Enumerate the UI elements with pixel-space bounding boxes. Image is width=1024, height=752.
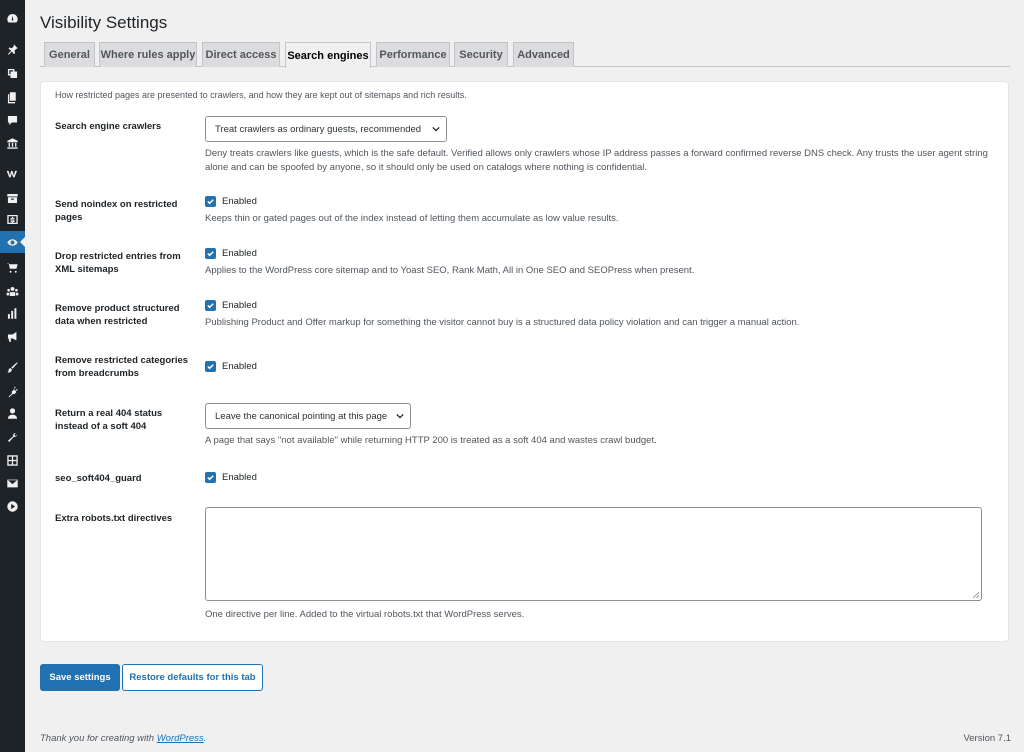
robots-description: One directive per line. Added to the vir… [205,609,525,620]
tab-performance[interactable]: Performance [376,42,450,67]
settings-tabs: General Where rules apply Direct access … [40,42,1010,68]
user-icon[interactable] [0,402,25,424]
megaphone-icon[interactable] [0,325,25,347]
archive-icon[interactable] [0,187,25,209]
structured-data-description: Publishing Product and Offer markup for … [205,317,800,328]
soft404-guard-label: seo_soft404_guard [55,473,142,484]
museum-icon[interactable] [0,132,25,154]
status404-description: A page that says "not available" while r… [205,435,657,446]
noindex-checkbox-label: Enabled [222,196,257,207]
sitemaps-checkbox-label: Enabled [222,248,257,259]
tab-direct-access[interactable]: Direct access [202,42,280,67]
crawlers-description: Deny treats crawlers like guests, which … [205,148,988,173]
soft404-guard-checkbox-label: Enabled [222,472,257,483]
status404-label: Return a real 404 status instead of a so… [55,408,163,432]
wordpress-link[interactable]: WordPress [157,733,204,744]
pages-icon[interactable] [0,86,25,108]
status404-select-value: Leave the canonical pointing at this pag… [215,410,388,422]
status404-select[interactable]: Leave the canonical pointing at this pag… [205,403,411,429]
wrench-icon[interactable] [0,426,25,448]
checkmark-icon [205,196,216,207]
grid-icon[interactable] [0,449,25,471]
checkmark-icon [205,248,216,259]
breadcrumbs-checkbox-label: Enabled [222,361,257,372]
crawlers-select-value: Treat crawlers as ordinary guests, recom… [215,123,422,135]
footer-thanks-suffix: . [203,733,207,744]
structured-data-checkbox-label: Enabled [222,300,257,311]
tab-where-rules-apply[interactable]: Where rules apply [99,42,197,67]
email-icon[interactable] [0,472,25,494]
play-icon[interactable] [0,495,25,517]
restore-defaults-button[interactable]: Restore defaults for this tab [122,664,263,691]
structured-data-checkbox[interactable]: Enabled [205,300,257,311]
dollar-icon[interactable] [0,208,25,230]
pin-icon[interactable] [0,38,25,60]
breadcrumbs-checkbox[interactable]: Enabled [205,361,257,372]
dashboard-icon[interactable] [0,7,25,29]
page-title: Visibility Settings [40,13,168,32]
footer-thanks-text: Thank you for creating with [40,733,157,744]
crawlers-label: Search engine crawlers [55,121,162,132]
footer-thanks: Thank you for creating with WordPress. [40,733,206,744]
noindex-description: Keeps thin or gated pages out of the ind… [205,213,619,224]
chevron-down-icon [432,126,440,132]
brush-icon[interactable] [0,356,25,378]
tab-advanced[interactable]: Advanced [513,42,574,67]
robots-textarea[interactable] [205,507,982,601]
media-icon[interactable] [0,62,25,84]
noindex-label: Send noindex on restricted pages [55,199,178,223]
visibility-icon[interactable] [0,231,25,253]
tab-search-engines[interactable]: Search engines [285,42,371,68]
crawlers-select[interactable]: Treat crawlers as ordinary guests, recom… [205,116,447,142]
checkmark-icon [205,472,216,483]
save-settings-button[interactable]: Save settings [40,664,120,691]
checkmark-icon [205,300,216,311]
admin-sidebar [0,0,25,752]
groups-icon[interactable] [0,280,25,302]
checkmark-icon [205,361,216,372]
sitemaps-label: Drop restricted entries from XML sitemap… [55,251,181,275]
noindex-checkbox[interactable]: Enabled [205,196,257,207]
footer-version: Version 7.1 [963,733,1011,744]
sitemaps-checkbox[interactable]: Enabled [205,248,257,259]
sitemaps-description: Applies to the WordPress core sitemap an… [205,265,695,276]
tab-general[interactable]: General [44,42,95,67]
robots-label: Extra robots.txt directives [55,513,173,524]
chevron-down-icon [396,413,404,419]
resize-grip-icon[interactable] [973,592,979,598]
woocommerce-icon[interactable] [0,162,25,184]
breadcrumbs-label: Remove restricted categories from breadc… [55,355,189,379]
soft404-guard-checkbox[interactable]: Enabled [205,472,257,483]
comments-icon[interactable] [0,109,25,131]
structured-data-label: Remove product structured data when rest… [55,303,180,327]
settings-card: How restricted pages are presented to cr… [40,81,1009,642]
cart-icon[interactable] [0,256,25,278]
plugin-icon[interactable] [0,380,25,402]
chart-icon[interactable] [0,302,25,324]
section-intro: How restricted pages are presented to cr… [55,90,467,100]
tab-security[interactable]: Security [454,42,508,67]
